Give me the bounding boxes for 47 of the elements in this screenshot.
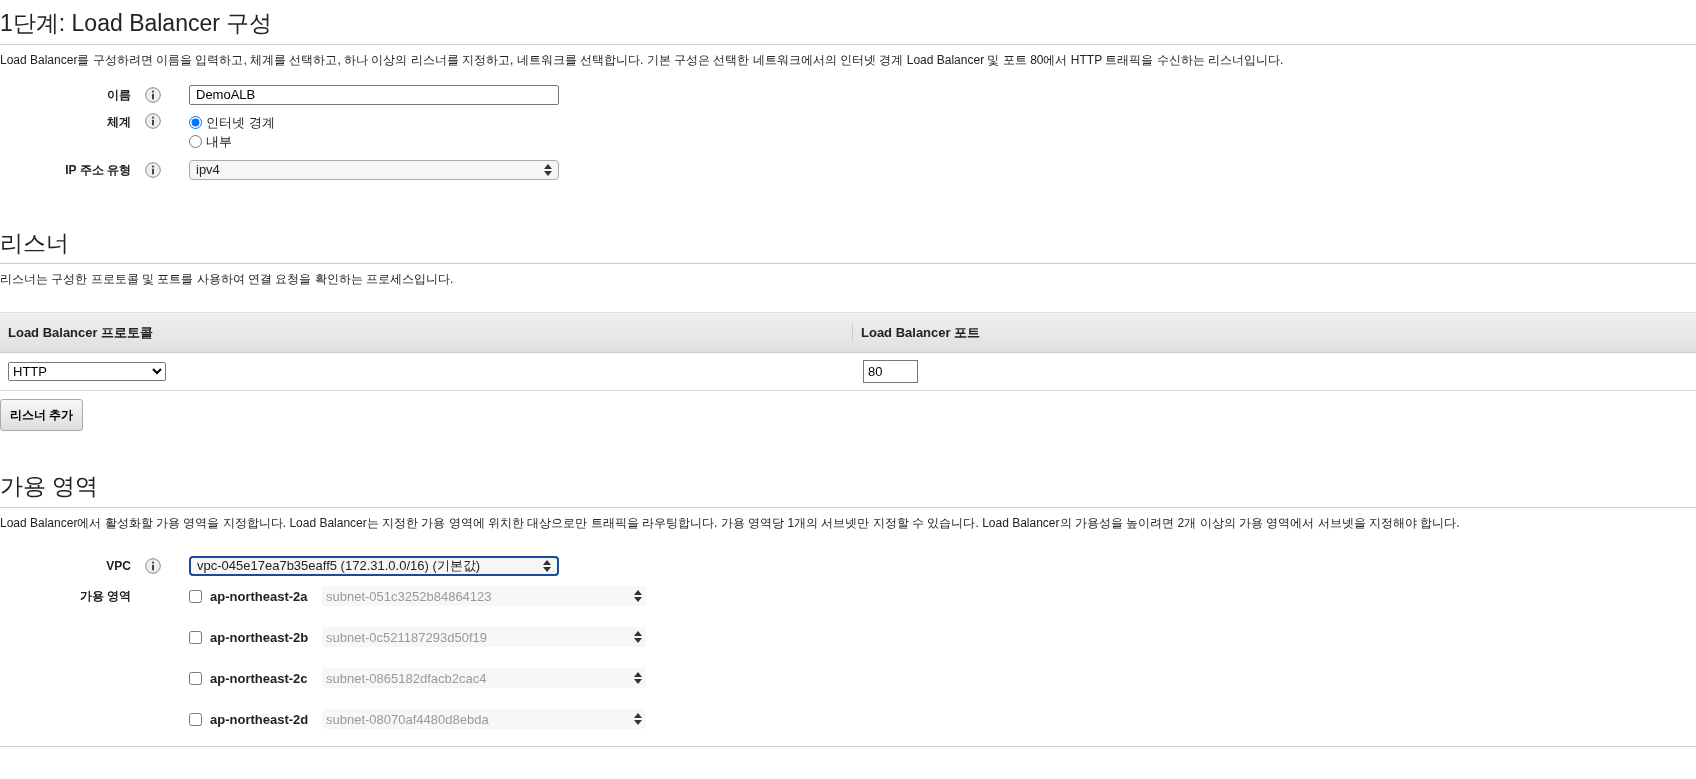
zone-name: ap-northeast-2a <box>210 587 309 606</box>
description-text: 리스너는 구성한 프로토콜 및 포트를 사용하여 연결 요청을 확인하는 프로세스입니다. <box>0 271 455 289</box>
sort-arrows-icon <box>634 631 642 644</box>
zone-name: ap-northeast-2d <box>210 710 310 729</box>
select-value: vpc-045e17ea7b35eaff5 (172.31.0.0/16) (기본값) <box>197 557 481 576</box>
protocol-select[interactable]: HTTP <box>8 362 166 382</box>
section-heading: 리스너 <box>0 228 70 258</box>
name-input[interactable]: DemoALB <box>189 84 559 105</box>
field-label: IP 주소 유형 <box>64 161 132 179</box>
column-header: Load Balancer 프로토콜 <box>0 322 853 343</box>
select-value: subnet-0c521187293d50f19 <box>326 628 487 647</box>
radio-label: 내부 <box>206 133 232 152</box>
select-value: subnet-051c3252b84864123 <box>326 587 492 606</box>
sort-arrows-icon <box>634 672 642 685</box>
field-label: 체계 <box>106 113 132 131</box>
zone-checkbox[interactable] <box>189 589 202 603</box>
zone-checkbox[interactable] <box>189 712 202 726</box>
sort-arrows-icon <box>634 713 642 726</box>
zone-name: ap-northeast-2b <box>210 628 310 647</box>
ip-type-select[interactable]: ipv4 <box>189 159 559 180</box>
info-icon[interactable] <box>145 86 161 103</box>
description-text: Load Balancer에서 활성화할 가용 영역을 지정합니다. Load Balancer는 지정한 가용 영역에 위치한 대상으로만 트래픽을 라우팅합니다. 가용 영역당 1개의 서브넷만 지정할 수 있습니다. Load Balancer의 가용성을 높이려면 2개 이상의 가용 영역에서 서브넷을 지정해야 합니다. <box>0 514 1461 532</box>
select-value: ipv4 <box>196 160 220 179</box>
select-value: subnet-0865182dfacb2cac4 <box>326 669 487 688</box>
sort-arrows-icon <box>543 559 551 572</box>
description-text: Load Balancer를 구성하려면 이름을 입력하고, 체계를 선택하고, 하나 이상의 리스너를 지정하고, 네트워크를 선택합니다. 기본 구성은 선택한 네트워크에서의 인터넷 경계 Load Balancer 및 포트 80에서 HTTP 트래픽을 수신하는 리스너입니다. <box>0 51 1285 69</box>
field-label: VPC <box>105 557 132 575</box>
zone-checkbox[interactable] <box>189 671 202 685</box>
sort-arrows-icon <box>544 163 552 176</box>
field-label: 이름 <box>106 86 132 104</box>
radio-label: 인터넷 경계 <box>206 113 275 132</box>
vpc-select[interactable]: vpc-045e17ea7b35eaff5 (172.31.0.0/16) (기본값) <box>189 555 559 576</box>
radio-button[interactable] <box>189 135 202 149</box>
info-icon[interactable] <box>145 112 161 129</box>
port-input[interactable]: 80 <box>863 359 918 384</box>
radio-button[interactable] <box>189 115 202 129</box>
field-label: 가용 영역 <box>78 588 132 606</box>
zone-checkbox[interactable] <box>189 630 202 644</box>
zone-name: ap-northeast-2c <box>210 669 309 688</box>
section-heading: 1단계: Load Balancer 구성 <box>0 9 274 38</box>
info-icon[interactable] <box>145 161 161 178</box>
sort-arrows-icon <box>634 590 642 603</box>
add-listener-button[interactable]: 리스너 추가 <box>0 399 84 432</box>
info-icon[interactable] <box>145 557 161 574</box>
section-heading: 가용 영역 <box>0 472 100 501</box>
select-value: subnet-08070af4480d8ebda <box>326 710 489 729</box>
column-header: Load Balancer 포트 <box>860 323 981 342</box>
